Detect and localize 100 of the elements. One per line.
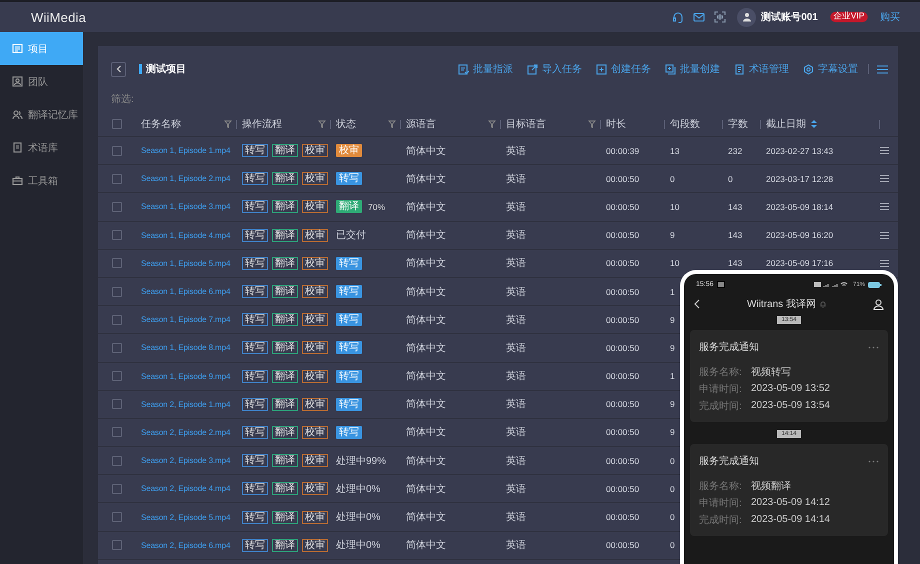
assign-icon <box>458 64 469 74</box>
workflow-tag: 翻译 <box>272 200 298 214</box>
file-link[interactable]: Season 1, Episode 8.mp4 <box>141 343 230 352</box>
avatar-icon[interactable] <box>737 8 756 26</box>
file-link[interactable]: Season 1, Episode 3.mp4 <box>141 202 230 212</box>
buy-link[interactable]: 购买 <box>880 10 900 24</box>
back-icon[interactable] <box>694 299 700 309</box>
source-language: 简体中文 <box>406 426 446 440</box>
checkbox[interactable] <box>112 427 122 438</box>
checkbox[interactable] <box>112 540 122 550</box>
workflow-tag: 校审 <box>302 482 328 496</box>
file-link[interactable]: Season 2, Episode 5.mp4 <box>141 512 230 522</box>
workflow-tag: 校审 <box>302 256 328 270</box>
toolbar-button[interactable]: 术语管理 <box>734 62 789 76</box>
file-link[interactable]: Season 2, Episode 6.mp4 <box>141 540 230 550</box>
file-link[interactable]: Season 2, Episode 2.mp4 <box>141 428 230 437</box>
file-link[interactable]: Season 1, Episode 9.mp4 <box>141 372 230 381</box>
source-language: 简体中文 <box>406 342 446 355</box>
checkbox[interactable] <box>112 202 122 212</box>
workflow-tag: 翻译 <box>272 398 298 411</box>
menu-icon[interactable] <box>880 147 889 154</box>
toolbar-button[interactable]: 批量创建 <box>665 62 720 76</box>
progress-text: 70% <box>368 202 386 212</box>
filter-icon[interactable] <box>224 120 232 128</box>
title-marker <box>139 64 142 74</box>
segment-count: 1 <box>670 286 675 297</box>
file-link[interactable]: Season 1, Episode 6.mp4 <box>141 287 230 296</box>
filter-icon[interactable] <box>488 120 496 128</box>
duration: 00:00:50 <box>606 427 640 438</box>
workflow-tag: 校审 <box>302 426 328 439</box>
sidebar-item[interactable]: 工具箱 <box>0 164 83 197</box>
sidebar-item[interactable]: 团队 <box>0 65 83 98</box>
checkbox[interactable] <box>112 484 122 494</box>
workflow-tag: 校审 <box>302 341 328 354</box>
filter-label: 筛选: <box>111 93 135 107</box>
checkbox[interactable] <box>112 314 122 325</box>
more-icon <box>868 460 879 462</box>
menu-icon[interactable] <box>877 64 888 74</box>
workflow-tag: 翻译 <box>272 341 298 354</box>
column-header: 源语言 <box>406 118 436 131</box>
field-label: 申请时间: <box>699 382 743 396</box>
toolbar-button[interactable]: 批量指派 <box>458 62 513 76</box>
file-link[interactable]: Season 1, Episode 7.mp4 <box>141 315 230 324</box>
mail-icon[interactable] <box>693 11 706 23</box>
workflow-tag: 转写 <box>242 370 268 383</box>
source-language: 简体中文 <box>406 286 446 299</box>
column-header: 目标语言 <box>506 118 546 131</box>
filter-icon[interactable] <box>588 120 596 128</box>
checkbox[interactable] <box>112 146 122 156</box>
file-link[interactable]: Season 2, Episode 1.mp4 <box>141 400 230 409</box>
checkbox[interactable] <box>112 456 122 466</box>
checkbox[interactable] <box>112 286 122 297</box>
filter-icon[interactable] <box>318 120 326 128</box>
sidebar-item[interactable]: 项目 <box>0 32 83 65</box>
file-link[interactable]: Season 1, Episode 4.mp4 <box>141 230 230 240</box>
back-button[interactable] <box>111 62 126 76</box>
toolbar-button[interactable]: 创建任务 <box>596 62 651 76</box>
deadline: 2023-05-09 16:20 <box>766 230 834 240</box>
source-language: 简体中文 <box>406 172 446 186</box>
checkbox[interactable] <box>112 230 122 240</box>
workflow-tag: 转写 <box>242 510 268 524</box>
workflow-tag: 翻译 <box>272 454 298 468</box>
person-icon[interactable] <box>873 298 884 310</box>
toolbar-button[interactable]: 导入任务 <box>527 62 582 76</box>
file-link[interactable]: Season 1, Episode 1.mp4 <box>141 146 230 156</box>
segment-count: 9 <box>670 230 675 240</box>
source-language: 简体中文 <box>406 510 446 524</box>
checkbox[interactable] <box>112 512 122 522</box>
word-count: 143 <box>728 202 742 212</box>
filter-icon[interactable] <box>388 120 396 128</box>
file-link[interactable]: Season 1, Episode 5.mp4 <box>141 258 230 268</box>
segment-count: 9 <box>670 399 675 410</box>
workflow-tag: 翻译 <box>272 256 298 270</box>
checkbox[interactable] <box>112 174 122 184</box>
sort-icon[interactable] <box>811 120 817 128</box>
menu-icon[interactable] <box>880 232 889 239</box>
file-link[interactable]: Season 2, Episode 3.mp4 <box>141 456 230 466</box>
segment-count: 9 <box>670 427 675 438</box>
sidebar-item[interactable]: 术语库 <box>0 131 83 164</box>
menu-icon[interactable] <box>880 203 889 210</box>
status-tag: 转写 <box>336 285 362 298</box>
checkbox[interactable] <box>112 399 122 410</box>
source-language: 简体中文 <box>406 482 446 496</box>
toolbar-button[interactable]: 字幕设置 <box>803 62 858 76</box>
file-link[interactable]: Season 2, Episode 4.mp4 <box>141 484 230 494</box>
user-name: 测试账号001 <box>761 10 818 24</box>
checkbox[interactable] <box>112 258 122 268</box>
scan-icon[interactable] <box>714 11 726 23</box>
workflow-tag: 翻译 <box>272 426 298 439</box>
menu-icon[interactable] <box>880 260 889 267</box>
column-header: 句段数 <box>670 118 700 131</box>
checkbox[interactable] <box>112 371 122 382</box>
checkbox[interactable] <box>112 342 122 353</box>
checkbox[interactable] <box>112 119 122 129</box>
sidebar-item[interactable]: 翻译记忆库 <box>0 98 83 131</box>
import-icon <box>527 64 538 74</box>
source-language: 简体中文 <box>406 144 446 158</box>
menu-icon[interactable] <box>880 175 889 182</box>
headset-icon[interactable] <box>672 11 684 23</box>
file-link[interactable]: Season 1, Episode 2.mp4 <box>141 174 230 184</box>
